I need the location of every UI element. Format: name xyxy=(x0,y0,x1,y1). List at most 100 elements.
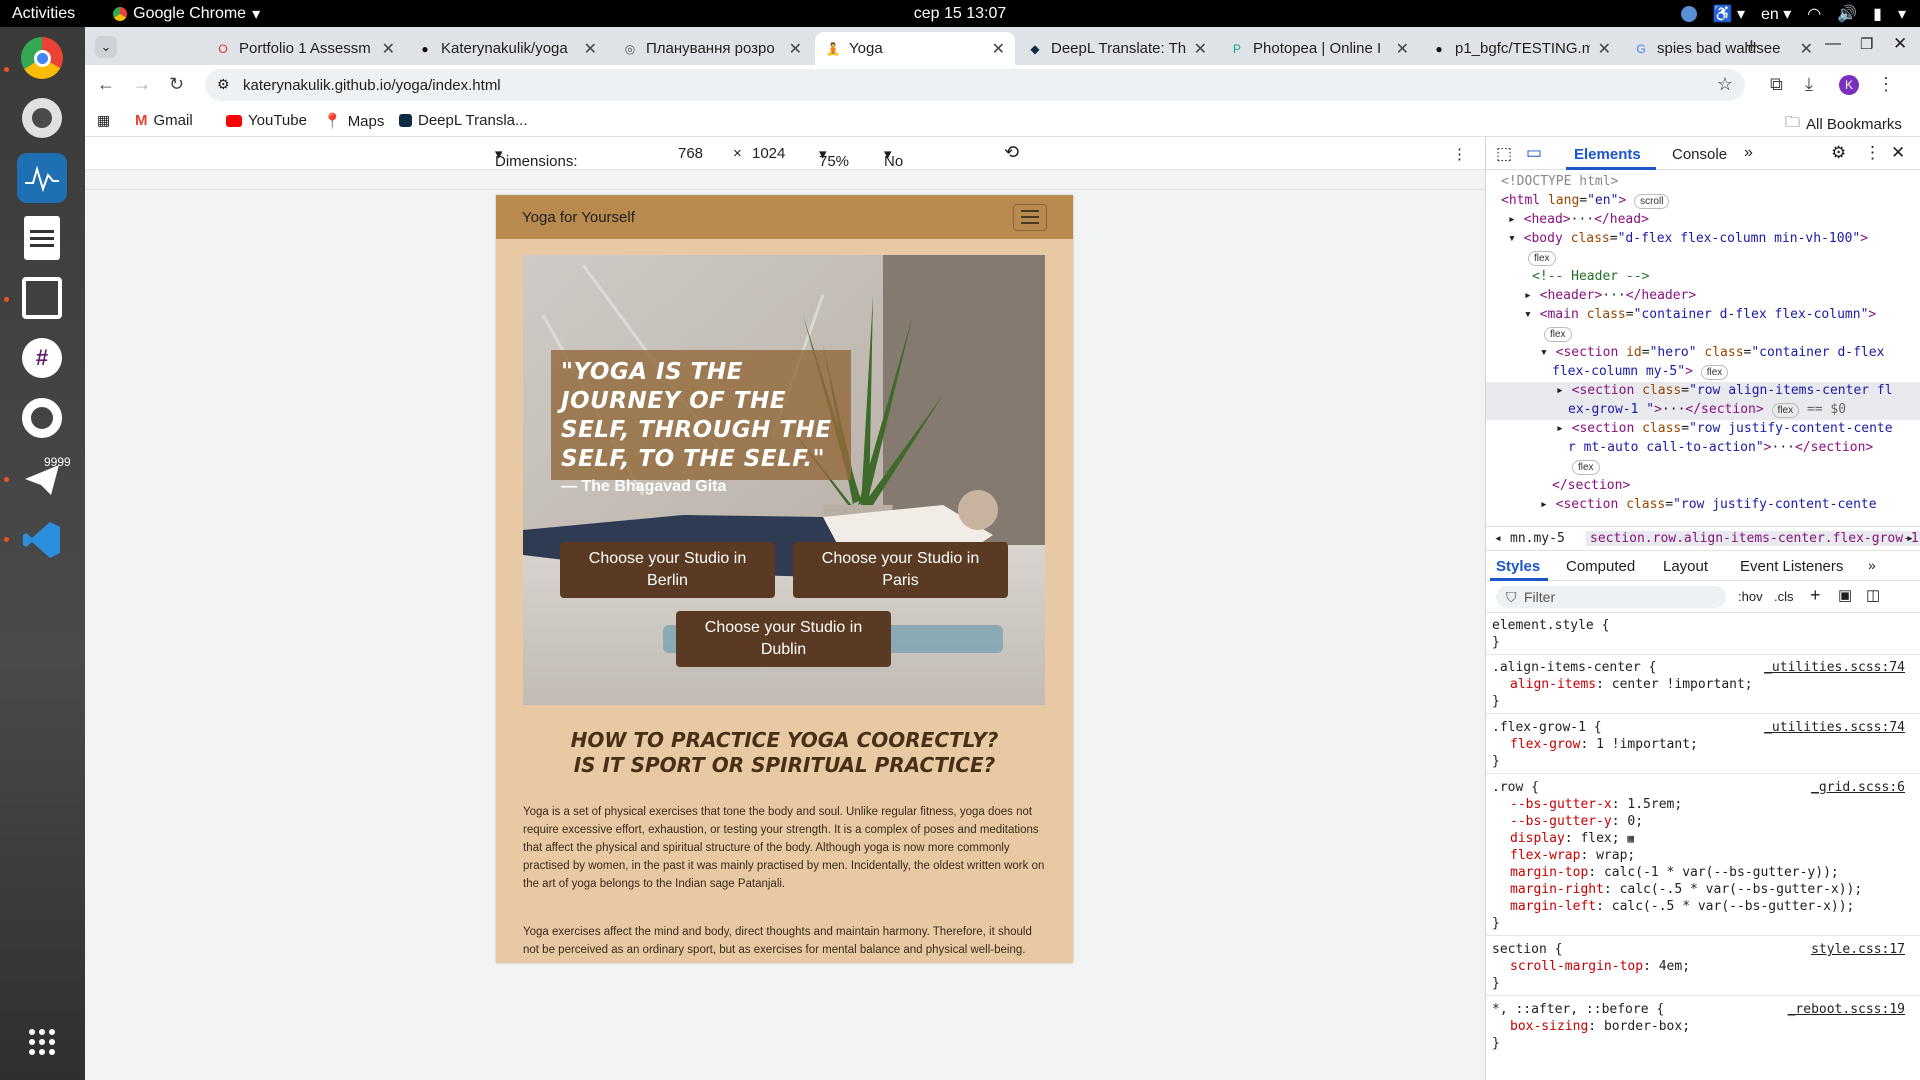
activities-button[interactable]: Activities xyxy=(12,5,75,23)
tab-computed[interactable]: Computed xyxy=(1566,558,1635,575)
slack-icon[interactable]: # xyxy=(17,333,67,383)
rule-selector[interactable]: section { xyxy=(1492,941,1562,958)
crumb-item-selected[interactable]: section.row.align-items-center.flex-grow… xyxy=(1586,531,1920,546)
rule-source-link[interactable]: style.css:17 xyxy=(1811,941,1905,958)
dom-line-section-row[interactable]: ▸ <section class="row align-items-center… xyxy=(1556,382,1893,400)
tab-6[interactable]: P Photopea | Online I ✕ xyxy=(1219,32,1419,65)
berlin-studio-button[interactable]: Choose your Studio in Berlin xyxy=(560,542,775,598)
dom-line-section-next[interactable]: ▸ <section class="row justify-content-ce… xyxy=(1540,496,1877,514)
rule-selector[interactable]: .align-items-center { xyxy=(1492,659,1656,676)
tab-2[interactable]: ● Katerynakulik/yoga ✕ xyxy=(407,32,607,65)
all-bookmarks[interactable]: 🗀 All Bookmarks xyxy=(1785,112,1902,137)
tab-styles[interactable]: Styles xyxy=(1496,558,1540,575)
rule-source-link[interactable]: _utilities.scss:74 xyxy=(1764,719,1905,736)
dom-line-head[interactable]: ▸ <head>···</head> xyxy=(1508,211,1649,229)
firefox-icon[interactable] xyxy=(17,93,67,143)
height-input[interactable]: 1024 xyxy=(752,145,785,162)
rule-source-link[interactable]: _reboot.scss:19 xyxy=(1788,1001,1905,1018)
dom-line-body[interactable]: ▾ <body class="d-flex flex-column min-vh… xyxy=(1508,230,1868,248)
bookmark-gmail[interactable]: M Gmail xyxy=(135,112,193,129)
css-declaration[interactable]: align-items: center !important; xyxy=(1510,676,1753,693)
forward-icon[interactable]: → xyxy=(133,74,151,95)
css-declaration[interactable]: margin-top: calc(-1 * var(--bs-gutter-y)… xyxy=(1510,864,1839,881)
bookmark-star-icon[interactable]: ☆ xyxy=(1717,74,1733,95)
dom-line-main[interactable]: ▾ <main class="container d-flex flex-col… xyxy=(1524,306,1876,324)
back-icon[interactable]: ← xyxy=(97,74,115,95)
css-declaration[interactable]: display: flex; ▦ xyxy=(1510,830,1634,847)
app-grid-icon[interactable] xyxy=(17,1017,67,1067)
dom-line-section-close[interactable]: </section> xyxy=(1552,477,1630,495)
address-bar[interactable]: ⚙ katerynakulik.github.io/yoga/index.htm… xyxy=(205,69,1745,101)
close-window-button[interactable]: ✕ xyxy=(1893,34,1907,54)
vscode-icon[interactable] xyxy=(17,515,67,565)
css-declaration[interactable]: flex-wrap: wrap; xyxy=(1510,847,1635,864)
rotate-icon[interactable]: ⟲ xyxy=(1004,142,1019,163)
profile-avatar[interactable]: K xyxy=(1839,75,1859,95)
apps-icon[interactable]: ▦ xyxy=(97,112,110,129)
settings-gear-icon[interactable]: ⚙ xyxy=(1831,143,1846,163)
throttle-select[interactable]: No throttling ▾ xyxy=(884,145,942,187)
close-tab-icon[interactable]: ✕ xyxy=(382,39,395,59)
rendering-icon[interactable]: ▣ xyxy=(1838,586,1852,604)
dublin-studio-button[interactable]: Choose your Studio in Dublin xyxy=(676,611,891,667)
styles-pane[interactable]: element.style { } .align-items-center { … xyxy=(1486,613,1920,1080)
tab-5[interactable]: ◆ DeepL Translate: Th ✕ xyxy=(1017,32,1217,65)
telegram-icon[interactable] xyxy=(17,455,67,505)
device-select[interactable]: Dimensions: iPad Mini ▾ xyxy=(495,145,578,187)
tab-search-icon[interactable]: ⌄ xyxy=(95,36,117,58)
tab-7[interactable]: ● p1_bgfc/TESTING.m ✕ xyxy=(1421,32,1621,65)
archive-icon[interactable] xyxy=(17,273,67,323)
close-tab-icon[interactable]: ✕ xyxy=(992,39,1005,59)
zoom-select[interactable]: 75% ▾ xyxy=(819,145,849,170)
site-info-icon[interactable]: ⚙ xyxy=(217,76,230,93)
app-menu[interactable]: Google Chrome ▾ xyxy=(113,4,260,24)
menu-icon[interactable]: ⋮ xyxy=(1877,74,1895,95)
dom-line-section-row-cont[interactable]: ex-grow-1 ">···</section> flex == $0 xyxy=(1568,401,1846,419)
more-subtabs-icon[interactable]: » xyxy=(1868,557,1876,573)
system-tray[interactable]: ♿ ▾ en ▾ ◠ 🔊 ▮ ▾ xyxy=(1680,4,1906,24)
tab-4[interactable]: 🧘 Yoga ✕ xyxy=(815,32,1015,65)
media-query-ruler[interactable] xyxy=(85,170,1485,190)
dom-line-header[interactable]: ▸ <header>···</header> xyxy=(1524,287,1696,305)
css-declaration[interactable]: --bs-gutter-y: 0; xyxy=(1510,813,1643,830)
flex-badge[interactable]: flex xyxy=(1528,249,1556,267)
inspect-element-icon[interactable]: ⬚ xyxy=(1496,144,1512,164)
rule-source-link[interactable]: _utilities.scss:74 xyxy=(1764,659,1905,676)
sidebar-toggle-icon[interactable]: ◫ xyxy=(1866,586,1880,604)
tab-elements[interactable]: Elements xyxy=(1574,146,1641,163)
dom-line-cta-cont[interactable]: r mt-auto call-to-action">···</section> xyxy=(1568,439,1873,457)
close-tab-icon[interactable]: ✕ xyxy=(789,39,802,59)
close-tab-icon[interactable]: ✕ xyxy=(1598,39,1611,59)
download-icon[interactable]: ⤓ xyxy=(1805,74,1813,95)
site-brand[interactable]: Yoga for Yourself xyxy=(522,209,635,226)
tab-3[interactable]: ◎ Планування розро ✕ xyxy=(612,32,812,65)
width-input[interactable]: 768 xyxy=(678,145,703,162)
rule-selector[interactable]: element.style { xyxy=(1492,617,1609,634)
flexbox-editor-icon[interactable]: ▦ xyxy=(1627,832,1634,845)
devtools-menu-icon[interactable]: ⋮ xyxy=(1864,143,1881,163)
rule-selector[interactable]: .flex-grow-1 { xyxy=(1492,719,1602,736)
chrome-icon[interactable] xyxy=(17,33,67,83)
flex-badge[interactable]: flex xyxy=(1544,325,1572,343)
cls-toggle[interactable]: .cls xyxy=(1774,589,1794,604)
tab-console[interactable]: Console xyxy=(1672,146,1727,163)
dom-line-section-hero-cont[interactable]: flex-column my-5"> flex xyxy=(1552,363,1729,381)
tab-event-listeners[interactable]: Event Listeners xyxy=(1740,558,1843,575)
crumb-item[interactable]: mn.my-5 xyxy=(1510,531,1565,546)
css-declaration[interactable]: margin-left: calc(-.5 * var(--bs-gutter-… xyxy=(1510,898,1854,915)
css-declaration[interactable]: box-sizing: border-box; xyxy=(1510,1018,1690,1035)
help-lifebuoy-icon[interactable] xyxy=(17,393,67,443)
flex-badge[interactable]: flex xyxy=(1572,458,1600,476)
styles-filter-input[interactable]: ⛉ Filter xyxy=(1496,586,1726,608)
clock[interactable]: сер 15 13:07 xyxy=(914,5,1007,23)
crumb-right-arrow-icon[interactable]: ▸ xyxy=(1906,531,1914,546)
tab-1[interactable]: O Portfolio 1 Assessm ✕ xyxy=(205,32,405,65)
system-monitor-icon[interactable] xyxy=(17,153,67,203)
bookmark-youtube[interactable]: YouTube xyxy=(226,112,307,129)
close-tab-icon[interactable]: ✕ xyxy=(584,39,597,59)
rule-selector[interactable]: *, ::after, ::before { xyxy=(1492,1001,1664,1018)
paris-studio-button[interactable]: Choose your Studio in Paris xyxy=(793,542,1008,598)
text-editor-icon[interactable] xyxy=(17,213,67,263)
css-declaration[interactable]: scroll-margin-top: 4em; xyxy=(1510,958,1690,975)
dom-line-doctype[interactable]: <!DOCTYPE html> xyxy=(1501,173,1618,191)
